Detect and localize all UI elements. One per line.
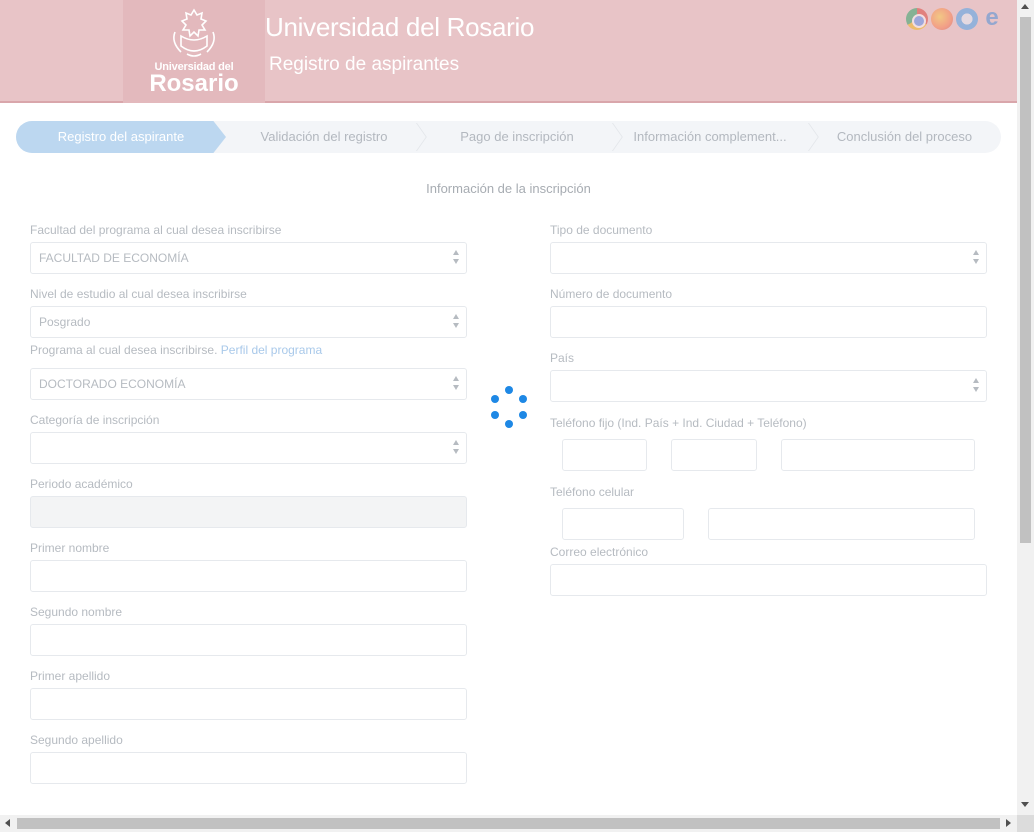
- program-select[interactable]: DOCTORADO ECONOMÍA: [30, 368, 467, 400]
- vertical-scrollbar[interactable]: [1017, 0, 1034, 815]
- horizontal-scrollbar[interactable]: [0, 815, 1017, 832]
- horizontal-scrollbar-thumb[interactable]: [17, 818, 1000, 829]
- vertical-scrollbar-thumb[interactable]: [1020, 17, 1031, 543]
- category-label: Categoría de inscripción: [30, 413, 160, 427]
- select-arrows-icon: [453, 250, 460, 266]
- step-pago-inscripcion[interactable]: Pago de inscripción: [419, 121, 615, 153]
- section-title: Información de la inscripción: [426, 181, 591, 196]
- loading-spinner: [488, 386, 530, 428]
- select-arrows-icon: [453, 376, 460, 392]
- spinner-dot: [519, 395, 527, 403]
- select-arrows-icon: [453, 440, 460, 456]
- program-value: DOCTORADO ECONOMÍA: [39, 377, 186, 391]
- faculty-select[interactable]: FACULTAD DE ECONOMÍA: [30, 242, 467, 274]
- site-subtitle: Registro de aspirantes: [269, 54, 460, 75]
- period-label: Periodo académico: [30, 477, 133, 491]
- mobile-label: Teléfono celular: [550, 485, 635, 499]
- step-registro-aspirante[interactable]: Registro del aspirante: [16, 121, 226, 153]
- country-label: País: [550, 351, 575, 365]
- second-name-input[interactable]: [30, 624, 467, 656]
- email-label: Correo electrónico: [550, 545, 649, 559]
- category-select[interactable]: [30, 432, 467, 464]
- scroll-right-arrow-icon[interactable]: [1006, 819, 1011, 827]
- second-surname-label: Segundo apellido: [30, 733, 123, 747]
- mobile-country-code-input[interactable]: [562, 508, 684, 540]
- supported-browsers: e: [906, 6, 1003, 30]
- landline-city-code-input[interactable]: [671, 439, 757, 471]
- faculty-value: FACULTAD DE ECONOMÍA: [39, 251, 189, 265]
- spinner-dot: [505, 420, 513, 428]
- period-field: [30, 496, 467, 528]
- landline-label: Teléfono fijo (Ind. País + Ind. Ciudad +…: [550, 416, 807, 430]
- registration-stepper: Registro del aspirante Validación del re…: [16, 121, 1001, 153]
- scroll-down-arrow-icon[interactable]: [1021, 802, 1029, 807]
- spinner-dot: [491, 411, 499, 419]
- safari-icon[interactable]: [956, 8, 978, 30]
- scroll-up-arrow-icon[interactable]: [1021, 4, 1029, 9]
- step-label: Registro del aspirante: [57, 129, 185, 144]
- faculty-label: Facultad del programa al cual desea insc…: [30, 223, 282, 237]
- internet-explorer-icon[interactable]: e: [981, 6, 1003, 30]
- step-validacion-registro[interactable]: Validación del registro: [226, 121, 422, 153]
- doc-type-select[interactable]: [550, 242, 987, 274]
- second-surname-input[interactable]: [30, 752, 467, 784]
- program-label-text: Programa al cual desea inscribirse.: [30, 343, 218, 357]
- program-label: Programa al cual desea inscribirse. Perf…: [30, 343, 322, 357]
- university-logo[interactable]: Universidad del Rosario: [123, 0, 265, 103]
- first-surname-input[interactable]: [30, 688, 467, 720]
- select-arrows-icon: [973, 378, 980, 394]
- step-label: Información complement...: [633, 129, 787, 144]
- spinner-dot: [519, 411, 527, 419]
- page-header: Universidad del Rosario Universidad del …: [0, 0, 1017, 103]
- level-select[interactable]: Posgrado: [30, 306, 467, 338]
- email-input[interactable]: [550, 564, 987, 596]
- logo-text-big: Rosario: [149, 70, 239, 97]
- firefox-icon[interactable]: [931, 8, 953, 30]
- doc-number-input[interactable]: [550, 306, 987, 338]
- level-label: Nivel de estudio al cual desea inscribir…: [30, 287, 247, 301]
- scrollbar-corner: [1017, 815, 1034, 832]
- scroll-left-arrow-icon[interactable]: [5, 819, 10, 827]
- level-value: Posgrado: [39, 315, 91, 329]
- first-surname-label: Primer apellido: [30, 669, 111, 683]
- step-label: Conclusión del proceso: [836, 129, 973, 144]
- select-arrows-icon: [453, 314, 460, 330]
- mobile-number-input[interactable]: [708, 508, 975, 540]
- country-select[interactable]: [550, 370, 987, 402]
- spinner-dot: [505, 386, 513, 394]
- step-label: Pago de inscripción: [460, 129, 574, 144]
- doc-number-label: Número de documento: [550, 287, 673, 301]
- second-name-label: Segundo nombre: [30, 605, 123, 619]
- site-title: Universidad del Rosario: [265, 12, 535, 42]
- select-arrows-icon: [973, 250, 980, 266]
- spinner-dot: [491, 395, 499, 403]
- program-profile-link[interactable]: Perfil del programa: [221, 343, 322, 357]
- step-informacion-complementaria[interactable]: Información complement...: [612, 121, 808, 153]
- chrome-icon[interactable]: [906, 8, 928, 30]
- landline-number-input[interactable]: [781, 439, 975, 471]
- first-name-input[interactable]: [30, 560, 467, 592]
- landline-country-code-input[interactable]: [562, 439, 647, 471]
- step-conclusion-proceso[interactable]: Conclusión del proceso: [808, 121, 1001, 153]
- doc-type-label: Tipo de documento: [550, 223, 653, 237]
- crest-icon: [173, 8, 215, 57]
- step-label: Validación del registro: [260, 129, 388, 144]
- first-name-label: Primer nombre: [30, 541, 110, 555]
